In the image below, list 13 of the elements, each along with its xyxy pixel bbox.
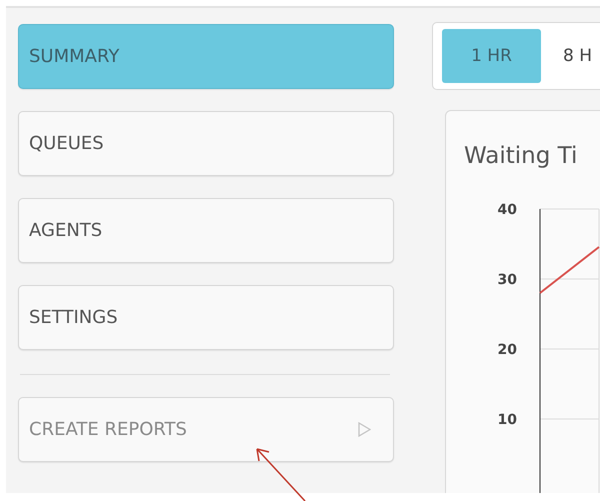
chart-line — [539, 246, 600, 294]
range-tab[interactable]: 8 H — [563, 29, 592, 83]
y-tick-label: 10 — [498, 412, 517, 428]
sidebar-item[interactable]: AGENTS — [18, 198, 394, 263]
range-tab[interactable]: 1 HR — [442, 29, 541, 83]
y-tick-label: 30 — [498, 272, 517, 288]
sidebar-item[interactable]: SUMMARY — [18, 24, 394, 89]
sidebar-item[interactable]: SETTINGS — [18, 285, 394, 350]
play-triangle-icon — [358, 422, 371, 437]
y-tick-label: 20 — [498, 342, 517, 358]
sidebar-item[interactable]: QUEUES — [18, 111, 394, 176]
chart-title: Waiting Ti — [464, 143, 578, 169]
y-tick-label: 40 — [498, 202, 517, 218]
